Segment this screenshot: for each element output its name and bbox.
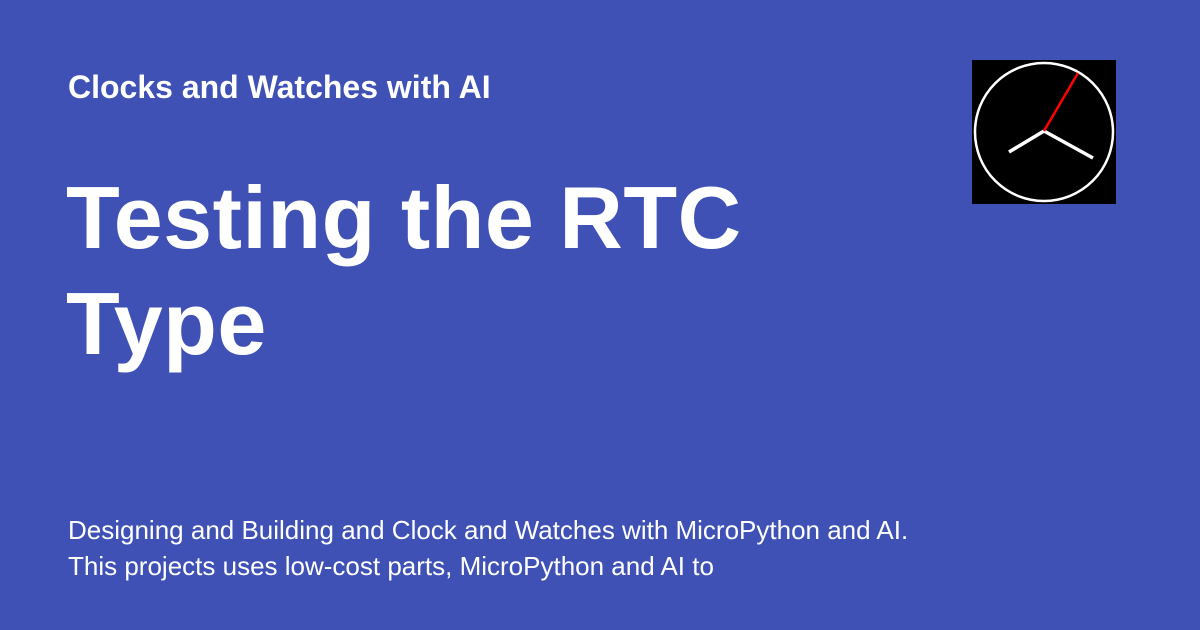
site-title: Clocks and Watches with AI [68,69,491,105]
site-logo [972,60,1116,204]
page-title: Testing the RTC Type [66,168,742,373]
hour-hand [1008,129,1045,154]
analog-clock-icon [973,61,1115,203]
page-description: Designing and Building and Clock and Wat… [68,515,909,581]
second-hand [1042,72,1080,132]
minute-hand [1043,129,1094,160]
